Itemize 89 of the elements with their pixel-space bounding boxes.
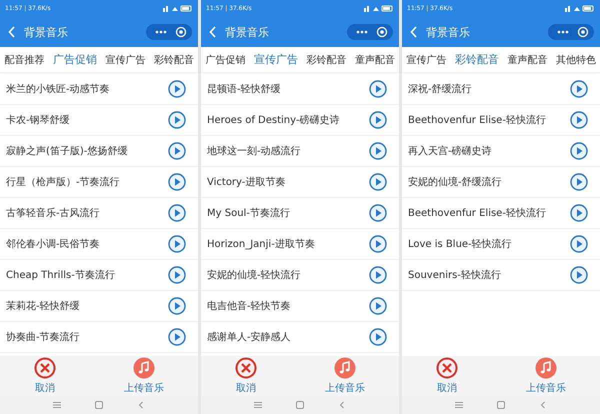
play-icon[interactable] [369,204,387,222]
song-title: 再入天宫-磅礴史诗 [408,144,492,158]
play-icon[interactable] [168,80,186,98]
category-tab[interactable]: 配音推荐 [4,50,44,68]
play-icon[interactable] [369,173,387,191]
menu-capsule-icon[interactable] [347,24,393,40]
song-title: Heroes of Destiny-磅礴史诗 [207,114,340,127]
song-title: Souvenirs-轻快流行 [408,268,501,282]
play-icon[interactable] [168,266,186,284]
song-title: 米兰的小铁匠-动感节奏 [6,82,110,96]
back-icon[interactable] [338,401,346,409]
play-icon[interactable] [570,173,588,191]
cancel-button[interactable]: 取消 [34,357,56,395]
back-icon[interactable] [209,26,217,38]
song-title: 寂静之声(笛子版)-悠扬舒缓 [6,144,128,158]
song-title: 古筝轻音乐-古风流行 [6,206,100,220]
category-tab[interactable]: 童声配音 [354,50,395,68]
status-icons [163,5,193,12]
song-title: 安妮的仙境-轻快流行 [207,268,301,282]
play-icon[interactable] [570,266,588,284]
song-title: Love is Blue-轻快流行 [408,238,512,251]
song-title: My Soul-节奏流行 [207,206,290,220]
play-icon[interactable] [369,266,387,284]
song-title: 地球这一刻-动感流行 [207,144,301,158]
play-icon[interactable] [168,328,186,346]
upload-music-button[interactable]: 上传音乐 [124,357,164,395]
cancel-button[interactable]: 取消 [436,357,458,395]
song-title: Victory-进取节奏 [207,176,286,189]
song-title: 协奏曲-节奏流行 [6,330,80,344]
category-tab[interactable]: 彩铃配音 [306,50,346,68]
status-icons [364,5,394,12]
home-icon[interactable] [296,401,304,409]
play-icon[interactable] [369,142,387,160]
song-title: 行星（枪声版）-节奏流行 [6,176,120,189]
back-icon[interactable] [8,26,16,38]
song-title: 深祝-舒缓流行 [408,82,472,96]
song-title: 感谢单人-安静感人 [207,330,291,344]
song-title: Cheap Thrills-节奏流行 [6,268,115,282]
category-tab[interactable]: 广告促销 [52,50,97,69]
category-tab[interactable]: 宣传广告 [254,50,298,69]
play-icon[interactable] [570,235,588,253]
category-tab[interactable]: 宣传广告 [406,50,446,68]
home-icon[interactable] [95,401,103,409]
play-icon[interactable] [570,204,588,222]
play-icon[interactable] [369,111,387,129]
page-title: 背景音乐 [24,24,69,40]
menu-capsule-icon[interactable] [146,24,192,40]
play-icon[interactable] [168,173,186,191]
back-icon[interactable] [410,26,418,38]
upload-music-button[interactable]: 上传音乐 [325,357,365,395]
song-title: 邻伦春小调-民俗节奏 [6,238,100,251]
upload-music-button[interactable]: 上传音乐 [526,357,566,395]
category-tab[interactable]: 广告促销 [205,50,246,68]
category-tab[interactable]: 宣传广告 [105,50,146,68]
play-icon[interactable] [369,80,387,98]
menu-icon[interactable] [53,401,61,409]
play-icon[interactable] [168,235,186,253]
category-tab[interactable]: 彩铃配音 [154,50,194,68]
play-icon[interactable] [570,111,588,129]
song-title: Beethovenfur Elise-轻快流行 [408,114,546,127]
home-icon[interactable] [497,401,505,409]
menu-capsule-icon[interactable] [548,24,594,40]
song-title: 茉莉花-轻快舒缓 [6,300,80,313]
play-icon[interactable] [168,142,186,160]
category-tab[interactable]: 彩铃配音 [454,50,499,69]
back-icon[interactable] [137,401,145,409]
status-icons [565,5,595,12]
menu-icon[interactable] [254,401,262,409]
song-title: 昆顿语-轻快舒缓 [207,82,281,96]
song-title: Horizon_Janji-进取节奏 [207,238,315,251]
page-title: 背景音乐 [426,24,471,40]
category-tab[interactable]: 童声配音 [507,50,548,68]
category-tab[interactable]: 其他特色 [556,50,596,68]
cancel-button[interactable]: 取消 [235,357,257,395]
song-title: 安妮的仙境-舒缓流行 [408,176,502,189]
play-icon[interactable] [168,297,186,315]
page-title: 背景音乐 [225,24,270,40]
song-title: 电吉他音-轻快节奏 [207,300,291,313]
play-icon[interactable] [369,297,387,315]
play-icon[interactable] [168,204,186,222]
play-icon[interactable] [369,328,387,346]
song-title: Beethovenfur Elise-轻快流行 [408,206,546,220]
menu-icon[interactable] [455,401,463,409]
play-icon[interactable] [570,80,588,98]
play-icon[interactable] [570,142,588,160]
back-icon[interactable] [539,401,547,409]
play-icon[interactable] [369,235,387,253]
play-icon[interactable] [168,111,186,129]
song-title: 卡农-钢琴舒缓 [6,114,70,127]
